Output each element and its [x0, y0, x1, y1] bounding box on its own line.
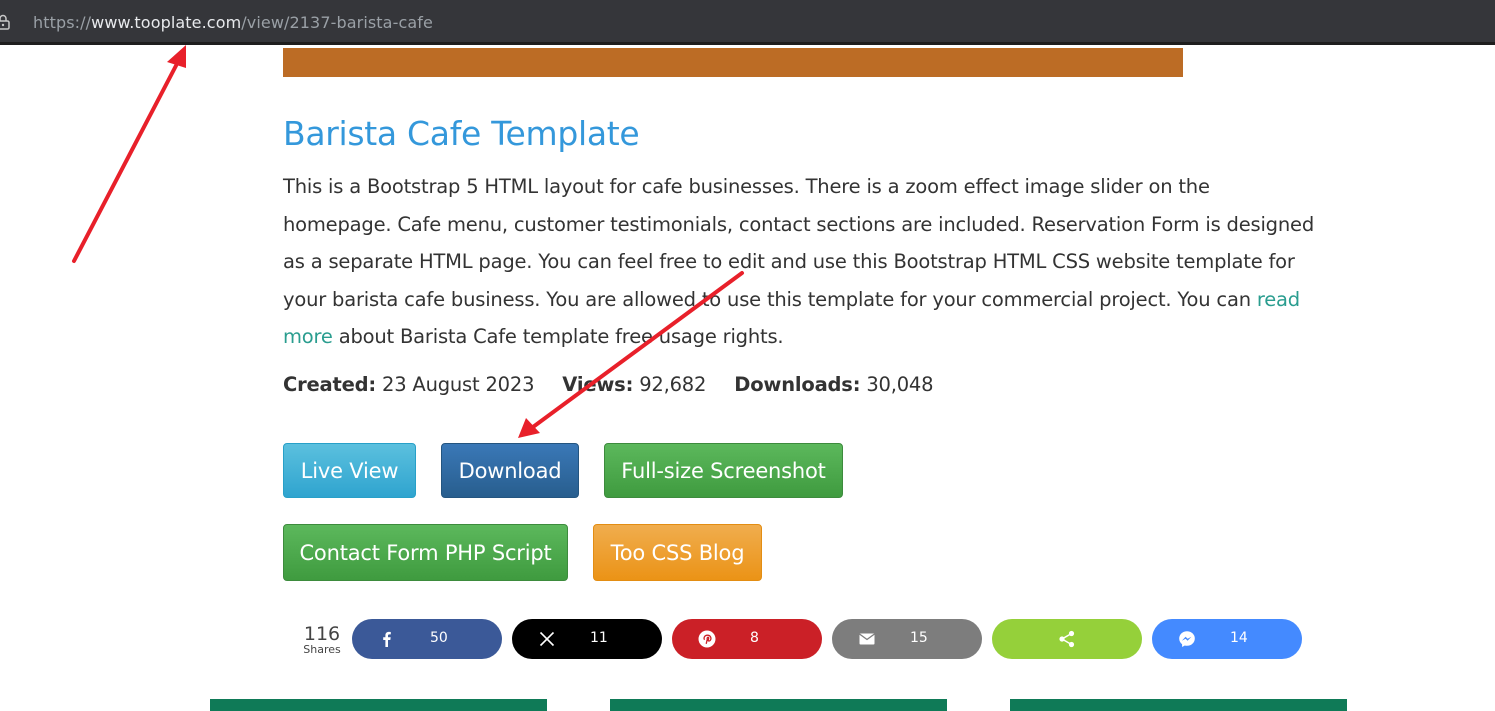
ad-banner[interactable]	[210, 699, 585, 711]
messenger-share-button[interactable]: 14	[1152, 619, 1302, 659]
url-scheme: https://	[33, 13, 92, 32]
x-share-count: 11	[590, 630, 608, 646]
facebook-share-count: 50	[430, 630, 448, 646]
downloads-stat: Downloads: 30,048	[734, 373, 933, 396]
ad-close-icon[interactable]	[1347, 699, 1385, 711]
ad-banner[interactable]	[610, 699, 985, 711]
live-view-button[interactable]: Live View	[283, 443, 416, 498]
downloads-label: Downloads:	[734, 373, 861, 396]
page-title: Barista Cafe Template	[283, 114, 640, 153]
full-size-screenshot-button[interactable]: Full-size Screenshot	[604, 443, 843, 498]
download-button[interactable]: Download	[441, 443, 579, 498]
facebook-share-button[interactable]: 50	[352, 619, 502, 659]
ad-close-icon[interactable]	[947, 699, 985, 711]
more-share-button[interactable]	[992, 619, 1142, 659]
views-label: Views:	[562, 373, 634, 396]
email-share-button[interactable]: 15	[832, 619, 982, 659]
views-value: 92,682	[639, 373, 707, 396]
pinterest-icon	[698, 630, 716, 648]
email-share-count: 15	[910, 630, 928, 646]
messenger-icon	[1179, 631, 1195, 647]
email-icon	[859, 633, 875, 645]
created-label: Created:	[283, 373, 377, 396]
share-icon	[1059, 630, 1075, 648]
share-total-count: 116	[303, 623, 341, 645]
url-text[interactable]: https://www.tooplate.com/view/2137-baris…	[33, 13, 433, 32]
url-host: www.tooplate.com	[91, 13, 242, 32]
ad-banner[interactable]	[1010, 699, 1385, 711]
x-share-button[interactable]: 11	[512, 619, 662, 659]
downloads-value: 30,048	[866, 373, 934, 396]
pinterest-share-button[interactable]: 8	[672, 619, 822, 659]
views-stat: Views: 92,682	[562, 373, 706, 396]
created-value: 23 August 2023	[382, 373, 535, 396]
description-text: This is a Bootstrap 5 HTML layout for ca…	[283, 175, 1314, 311]
lock-icon	[0, 14, 10, 30]
created-stat: Created: 23 August 2023	[283, 373, 534, 396]
description-text-end: about Barista Cafe template free usage r…	[332, 325, 784, 349]
url-path: /view/2137-barista-cafe	[241, 13, 433, 32]
arrow-to-url	[72, 45, 186, 263]
contact-form-php-script-button[interactable]: Contact Form PHP Script	[283, 524, 568, 581]
messenger-share-count: 14	[1230, 630, 1248, 646]
template-preview-image[interactable]	[283, 48, 1183, 77]
pinterest-share-count: 8	[750, 630, 759, 646]
template-description: This is a Bootstrap 5 HTML layout for ca…	[283, 168, 1323, 356]
x-icon	[539, 631, 555, 647]
facebook-icon	[383, 631, 391, 647]
too-css-blog-button[interactable]: Too CSS Blog	[593, 524, 762, 581]
browser-address-bar[interactable]: https://www.tooplate.com/view/2137-baris…	[0, 0, 1495, 45]
share-total-label: Shares	[303, 643, 341, 656]
template-stats: Created: 23 August 2023 Views: 92,682 Do…	[283, 373, 955, 396]
ad-close-icon[interactable]	[547, 699, 585, 711]
share-total: 116 Shares	[302, 624, 342, 656]
